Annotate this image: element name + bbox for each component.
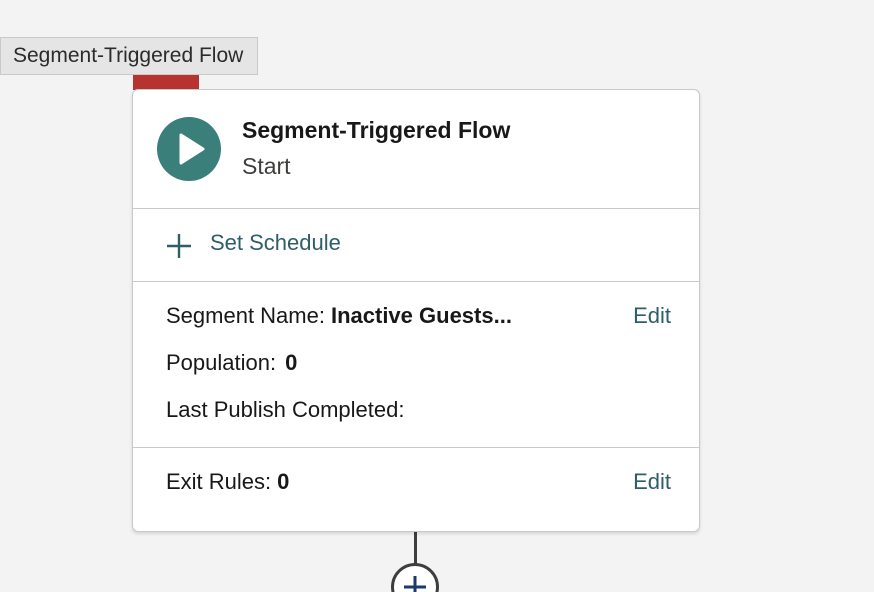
flow-connector-line [414, 532, 417, 566]
set-schedule-button[interactable]: Set Schedule [133, 208, 699, 282]
node-status-marker [133, 74, 199, 90]
population-row: Population: 0 [166, 350, 297, 376]
edit-exit-rules-link[interactable]: Edit [633, 469, 671, 495]
start-node-card[interactable]: Segment-Triggered Flow Start Set Schedul… [132, 89, 700, 532]
segment-details: Segment Name: Inactive Guests... Edit Pop… [133, 281, 699, 448]
segment-name-value: Inactive Guests... [330, 303, 512, 328]
last-publish-row: Last Publish Completed: [166, 397, 410, 423]
edit-segment-link[interactable]: Edit [633, 303, 671, 329]
start-node-title: Segment-Triggered Flow [242, 117, 511, 143]
add-element-button[interactable] [391, 563, 439, 592]
segment-name-label: Segment Name: [166, 303, 325, 328]
segment-name-row: Segment Name: Inactive Guests... [166, 303, 512, 329]
exit-rules-value: 0 [277, 469, 290, 494]
population-value: 0 [285, 350, 298, 375]
exit-rules-row: Exit Rules: 0 [166, 469, 289, 495]
last-publish-label: Last Publish Completed: [166, 397, 405, 422]
start-node-subtitle: Start [242, 153, 291, 179]
node-tooltip: Segment-Triggered Flow [0, 37, 259, 75]
population-label: Population: [166, 350, 277, 375]
flow-canvas: Segment-Triggered Flow Segment-Triggered… [0, 0, 874, 592]
play-icon [157, 117, 221, 181]
start-node-header: Segment-Triggered Flow Start [133, 90, 699, 209]
exit-rules-label: Exit Rules: [166, 469, 272, 494]
set-schedule-label: Set Schedule [210, 230, 341, 255]
plus-icon [167, 234, 191, 258]
plus-icon [404, 576, 426, 592]
exit-rules-section: Exit Rules: 0 Edit [133, 447, 699, 523]
